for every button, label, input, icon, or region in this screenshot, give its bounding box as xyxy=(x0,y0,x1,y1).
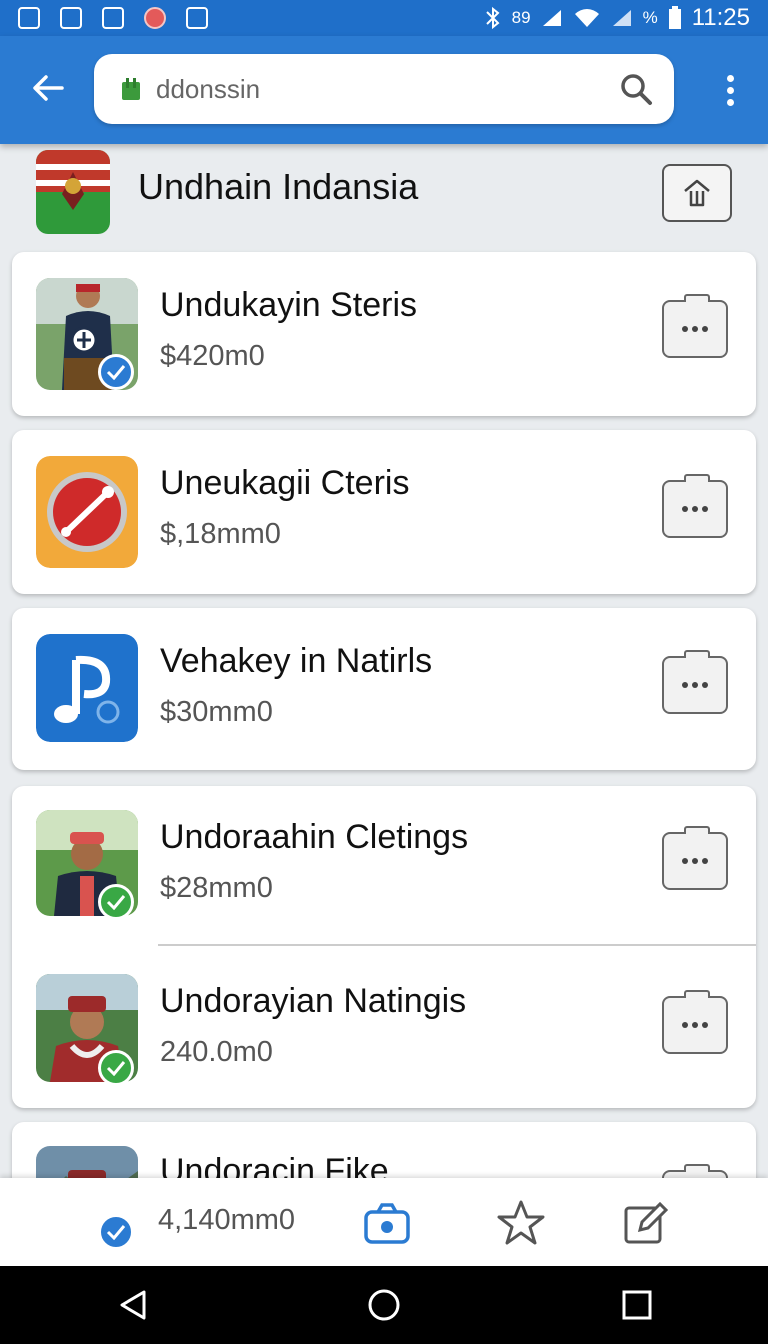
nav-recents-icon[interactable] xyxy=(620,1288,654,1322)
list-item[interactable]: Undukayin Steris $420m0 xyxy=(12,252,756,412)
clock: 11:25 xyxy=(691,4,750,31)
search-bar[interactable] xyxy=(94,54,674,124)
camera-icon[interactable] xyxy=(362,1198,412,1248)
flag-icon xyxy=(36,150,110,234)
u-notification-icon xyxy=(186,7,208,29)
list-card: Undukayin Steris $420m0 xyxy=(12,252,756,416)
item-price: $30mm0 xyxy=(160,696,273,728)
bottom-tab-bar: 4,140mm0 xyxy=(0,1178,768,1266)
verified-badge-icon xyxy=(98,354,134,390)
verified-badge-icon xyxy=(98,1050,134,1086)
item-menu-button[interactable] xyxy=(662,826,728,890)
list-item[interactable]: Undoraahin Cletings $28mm0 xyxy=(12,786,756,946)
list-card: Undoraahin Cletings $28mm0 Undorayian Na… xyxy=(12,786,756,1108)
item-menu-button[interactable] xyxy=(662,474,728,538)
status-bar: 89 % 11:25 xyxy=(0,0,768,36)
app-icon-red-wrench xyxy=(36,456,138,568)
more-vertical-icon[interactable] xyxy=(716,72,744,108)
item-price: $28mm0 xyxy=(160,872,273,904)
item-menu-button[interactable] xyxy=(662,990,728,1054)
section-header: Undhain Indansia xyxy=(0,144,768,244)
list-item[interactable]: Uneukagii Cteris $,18mm0 xyxy=(12,430,756,590)
row-divider xyxy=(158,944,756,946)
upload-icon xyxy=(684,179,710,207)
gallery-notification-icon xyxy=(18,7,40,29)
page-title: Undhain Indansia xyxy=(138,166,419,207)
list-item[interactable]: Vehakey in Natirls $30mm0 xyxy=(12,608,756,768)
edit-icon[interactable] xyxy=(620,1198,670,1248)
verified-badge-icon xyxy=(98,884,134,920)
item-price: $,18mm0 xyxy=(160,518,281,550)
search-icon[interactable] xyxy=(618,71,654,107)
item-name: Uneukagii Cteris xyxy=(160,464,410,502)
list-item[interactable]: Undorayian Natingis 240.0m0 xyxy=(12,948,756,1108)
item-name: Undorayian Natingis xyxy=(160,982,467,1020)
nav-home-icon[interactable] xyxy=(367,1288,401,1322)
battery-percent: % xyxy=(642,8,658,27)
item-menu-button[interactable] xyxy=(662,650,728,714)
item-price: 4,140mm0 xyxy=(158,1204,296,1236)
item-name: Undoraahin Cletings xyxy=(160,818,469,856)
app-bar xyxy=(0,36,768,144)
music-app-icon xyxy=(36,634,138,742)
signal-2-icon xyxy=(612,10,631,26)
battery-icon xyxy=(668,6,681,29)
item-name: Vehakey in Natirls xyxy=(160,642,433,680)
list-card: Uneukagii Cteris $,18mm0 xyxy=(12,430,756,594)
item-price: 240.0m0 xyxy=(160,1036,273,1068)
item-price: $420m0 xyxy=(160,340,265,372)
system-navigation-bar xyxy=(0,1266,768,1344)
network-text: 89 xyxy=(511,8,531,27)
app-logo-icon xyxy=(122,78,140,100)
search-input[interactable] xyxy=(156,73,618,105)
nav-back-icon[interactable] xyxy=(116,1288,150,1322)
item-menu-button[interactable] xyxy=(662,294,728,358)
star-icon[interactable] xyxy=(496,1198,546,1248)
app-notification-icon xyxy=(144,7,166,29)
list-card: Vehakey in Natirls $30mm0 xyxy=(12,608,756,770)
arrow-left-icon[interactable] xyxy=(28,68,68,108)
bluetooth-icon xyxy=(485,6,500,30)
item-name: Undukayin Steris xyxy=(160,286,418,324)
verified-badge-icon xyxy=(98,1214,134,1250)
home-notification-icon xyxy=(60,7,82,29)
signal-icon xyxy=(542,10,561,26)
wifi-icon xyxy=(574,9,599,27)
upload-button[interactable] xyxy=(662,164,732,222)
camera-notification-icon xyxy=(102,7,124,29)
